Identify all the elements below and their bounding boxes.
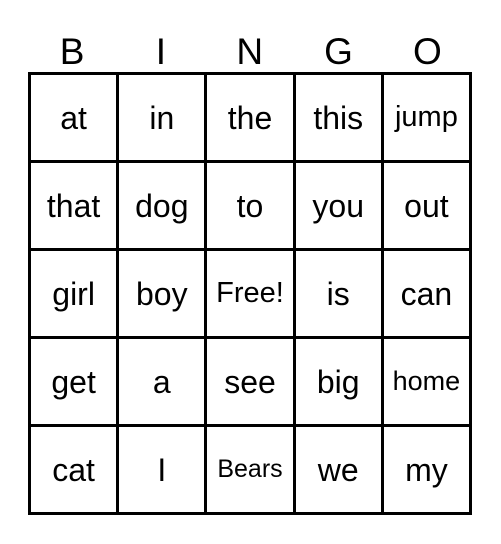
bingo-cell[interactable]: I (119, 427, 208, 515)
bingo-cell-label: is (326, 275, 350, 312)
bingo-row: cat I Bears we my (31, 427, 473, 515)
bingo-cell-label: at (60, 99, 87, 136)
bingo-cell[interactable]: that (31, 163, 120, 251)
bingo-cell[interactable]: my (383, 427, 473, 515)
bingo-cell-label: get (51, 363, 96, 400)
bingo-cell-label: this (313, 99, 364, 136)
bingo-cell[interactable]: in (119, 75, 208, 163)
bingo-cell[interactable]: can (383, 251, 473, 339)
bingo-cell[interactable]: big (295, 339, 384, 427)
bingo-cell-label: Bears (217, 455, 283, 483)
bingo-row: that dog to you out (31, 163, 473, 251)
bingo-cell[interactable]: at (31, 75, 120, 163)
bingo-cell[interactable]: the (207, 75, 296, 163)
bingo-header-letter-g: G (324, 31, 354, 72)
bingo-row: girl boy Free! is can (31, 251, 473, 339)
bingo-row: get a see big home (31, 339, 473, 427)
bingo-cell[interactable]: home (383, 339, 473, 427)
bingo-card: B I N G O at in the this jump that dog t… (0, 0, 501, 544)
bingo-header-letter-n: N (236, 31, 264, 72)
bingo-cell[interactable]: see (207, 339, 296, 427)
bingo-cell-label: can (400, 275, 453, 312)
bingo-cell[interactable]: jump (383, 75, 473, 163)
bingo-cell-label: out (404, 187, 449, 224)
bingo-cell-label: boy (136, 275, 188, 312)
bingo-cell-label: I (157, 451, 167, 488)
bingo-row: at in the this jump (31, 75, 473, 163)
bingo-cell[interactable]: out (383, 163, 473, 251)
bingo-cell[interactable]: Bears (207, 427, 296, 515)
bingo-free-space-label: Free! (216, 277, 284, 309)
bingo-cell-label: that (46, 187, 101, 224)
bingo-cell-label: we (317, 451, 359, 488)
bingo-cell-label: the (227, 99, 273, 136)
bingo-cell[interactable]: get (31, 339, 120, 427)
bingo-cell-label: big (316, 363, 360, 400)
bingo-cell-label: dog (135, 187, 189, 224)
bingo-cell[interactable]: this (295, 75, 384, 163)
bingo-header-letter-i: I (155, 31, 167, 72)
bingo-cell[interactable]: boy (119, 251, 208, 339)
bingo-cell-label: cat (52, 451, 95, 488)
bingo-cell-label: a (152, 363, 171, 400)
bingo-header-letter-b: B (59, 31, 85, 72)
bingo-cell-label: my (405, 451, 448, 488)
bingo-header-letter-o: O (412, 31, 443, 72)
bingo-cell-label: girl (52, 275, 95, 312)
bingo-cell[interactable]: you (295, 163, 384, 251)
bingo-cell-label: jump (394, 101, 458, 133)
bingo-cell[interactable]: girl (31, 251, 120, 339)
bingo-cell[interactable]: dog (119, 163, 208, 251)
bingo-cell[interactable]: we (295, 427, 384, 515)
bingo-header-row: B I N G O (28, 18, 472, 72)
bingo-cell[interactable]: a (119, 339, 208, 427)
bingo-cell[interactable]: is (295, 251, 384, 339)
bingo-cell[interactable]: to (207, 163, 296, 251)
bingo-cell-label: in (149, 99, 175, 136)
bingo-cell-label: see (224, 363, 276, 400)
bingo-grid: at in the this jump that dog to you out … (28, 72, 473, 515)
bingo-cell-label: you (312, 187, 364, 224)
bingo-cell[interactable]: cat (31, 427, 120, 515)
bingo-free-space-cell[interactable]: Free! (207, 251, 296, 339)
bingo-cell-label: to (236, 187, 264, 224)
bingo-cell-label: home (392, 366, 461, 396)
